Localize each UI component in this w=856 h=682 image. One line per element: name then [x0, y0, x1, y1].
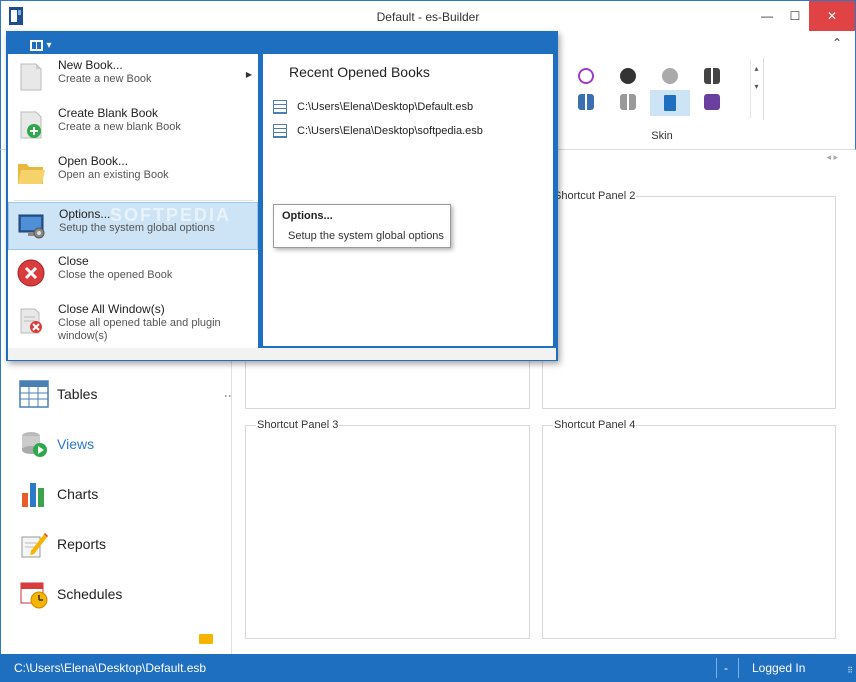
- nav-item-charts[interactable]: Charts: [19, 478, 98, 510]
- report-pencil-icon: [21, 533, 48, 558]
- skin-blue-tiles-icon[interactable]: [578, 94, 594, 110]
- nav-item-label: Reports: [57, 536, 107, 552]
- options-monitor-icon: [18, 214, 45, 239]
- submenu-arrow-icon: ▶: [245, 70, 252, 79]
- menu-item-create-blank-book[interactable]: Create Blank Book Create a new blank Boo…: [8, 102, 258, 150]
- status-login: Logged In: [752, 661, 806, 675]
- status-file-path: C:\Users\Elena\Desktop\Default.esb: [14, 661, 207, 675]
- menu-item-subtitle: Create a new blank Book: [58, 121, 181, 133]
- menu-item-subtitle: Open an existing Book: [58, 169, 169, 181]
- menu-item-title: Close: [58, 254, 89, 268]
- calendar-clock-icon: [20, 582, 48, 609]
- menu-item-subtitle: Close the opened Book: [58, 269, 173, 281]
- recent-book-path: C:\Users\Elena\Desktop\Default.esb: [297, 101, 474, 113]
- skin-vs-purple-icon[interactable]: [704, 94, 720, 110]
- shortcut-panel-title: Shortcut Panel 2: [553, 190, 637, 202]
- menu-item-close-all-windows[interactable]: Close All Window(s) Close all opened tab…: [8, 298, 258, 346]
- close-all-windows-icon: [20, 308, 42, 334]
- table-icon: [19, 380, 49, 408]
- nav-item-schedules[interactable]: Schedules: [19, 578, 122, 610]
- nav-item-reports[interactable]: Reports: [19, 528, 106, 560]
- shortcut-panel-2[interactable]: Shortcut Panel 2: [542, 190, 836, 409]
- gallery-more-icon[interactable]: ▾: [751, 78, 762, 96]
- nav-item-tables[interactable]: Tables: [19, 378, 97, 410]
- skin-office-logo-icon: [664, 95, 676, 111]
- gallery-up-icon[interactable]: ▴: [751, 60, 762, 78]
- recent-books-pane: Recent Opened Books C:\Users\Elena\Deskt…: [261, 54, 555, 348]
- status-bar: C:\Users\Elena\Desktop\Default.esb - Log…: [0, 654, 856, 682]
- menu-item-title: Open Book...: [58, 154, 129, 168]
- nav-item-views[interactable]: Views: [19, 428, 94, 460]
- shortcut-panel-title: Shortcut Panel 4: [553, 419, 637, 431]
- options-tooltip: Options... Setup the system global optio…: [273, 204, 451, 248]
- skin-dark-gray-icon[interactable]: [620, 68, 636, 84]
- status-divider: [716, 658, 717, 678]
- window-title: Default - es-Builder: [376, 10, 480, 24]
- menu-item-title: Close All Window(s): [58, 302, 165, 316]
- nav-item-label: Schedules: [57, 586, 123, 602]
- skin-group-label: Skin: [651, 130, 673, 142]
- menu-item-close[interactable]: Close Close the opened Book: [8, 250, 258, 298]
- nav-item-label: Tables: [57, 386, 98, 402]
- skin-grid-dark-icon[interactable]: [704, 68, 720, 84]
- recent-book-item[interactable]: C:\Users\Elena\Desktop\Default.esb: [273, 98, 473, 116]
- mail-icon[interactable]: [199, 634, 213, 644]
- page-add-icon: [20, 111, 42, 139]
- chevron-up-icon[interactable]: ⌃: [832, 36, 842, 50]
- recent-book-path: C:\Users\Elena\Desktop\softpedia.esb: [297, 125, 483, 137]
- close-circle-icon: [17, 259, 45, 287]
- minimize-button[interactable]: —: [753, 1, 781, 31]
- menu-item-open-book[interactable]: Open Book... Open an existing Book: [8, 150, 258, 198]
- book-icon: [30, 39, 44, 51]
- recent-book-item[interactable]: C:\Users\Elena\Desktop\softpedia.esb: [273, 122, 483, 140]
- menu-item-title: Create Blank Book: [58, 106, 159, 120]
- menu-separator: [14, 200, 254, 201]
- maximize-button[interactable]: ☐: [781, 1, 809, 31]
- nav-item-label: Charts: [57, 486, 99, 502]
- skin-gray-tiles-icon[interactable]: [620, 94, 636, 110]
- shortcut-panel-title: Shortcut Panel 3: [256, 419, 340, 431]
- status-dash: -: [724, 661, 728, 675]
- application-menu: ▾ New Book... Create a new Book ▶ Create…: [6, 31, 558, 361]
- application-menu-commands: New Book... Create a new Book ▶ Create B…: [8, 54, 258, 348]
- blank-page-icon: [20, 63, 42, 91]
- skin-gallery: ▴ ▾: [560, 58, 764, 120]
- menu-item-title: New Book...: [58, 58, 123, 72]
- folder-open-icon: [18, 164, 45, 184]
- table-file-icon: [273, 124, 287, 138]
- application-menu-button[interactable]: ▾: [25, 36, 57, 54]
- status-divider: [738, 658, 739, 678]
- resize-grip-icon[interactable]: ⠿: [847, 666, 853, 675]
- skin-dark-purple-icon[interactable]: [578, 68, 594, 84]
- recent-books-title: Recent Opened Books: [289, 64, 430, 80]
- menu-item-new-book[interactable]: New Book... Create a new Book ▶: [8, 54, 258, 102]
- skin-light-gray-icon[interactable]: [662, 68, 678, 84]
- application-menu-footer: [8, 348, 556, 360]
- dropdown-caret-icon: ▾: [46, 39, 52, 51]
- title-bar: Default - es-Builder — ☐ ✕: [0, 0, 856, 32]
- tooltip-title: Options...: [282, 210, 333, 222]
- menu-item-subtitle: Create a new Book: [58, 73, 152, 85]
- bar-chart-icon: [22, 483, 44, 507]
- shortcut-panel-4[interactable]: Shortcut Panel 4: [542, 419, 836, 639]
- tooltip-text: Setup the system global options: [288, 230, 444, 242]
- nav-item-label: Views: [57, 436, 95, 452]
- watermark-text: SOFTPEDIA: [110, 205, 232, 225]
- menu-item-title: Options...: [59, 207, 111, 221]
- close-window-button[interactable]: ✕: [809, 1, 855, 31]
- menu-item-subtitle: Close all opened table and plugin window…: [58, 317, 221, 342]
- shortcut-panel-3[interactable]: Shortcut Panel 3: [245, 419, 530, 639]
- views-play-icon: [22, 432, 47, 457]
- table-file-icon: [273, 100, 287, 114]
- gallery-scrollbar[interactable]: ▴ ▾: [750, 60, 762, 118]
- page-nav-arrows[interactable]: ◂ ▸: [826, 152, 838, 163]
